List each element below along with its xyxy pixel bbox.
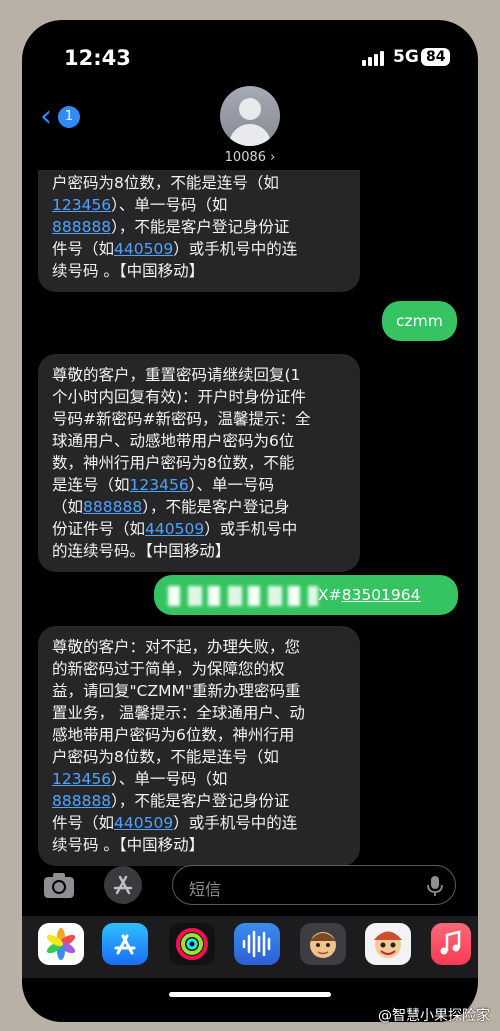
watermark: @智慧小果探险家 — [378, 1008, 490, 1024]
message-text: czmm — [396, 312, 443, 330]
outgoing-message[interactable]: czmm — [382, 301, 457, 341]
message-line: 续号码 。【中国移动】 — [52, 836, 205, 854]
message-line: 户密码为8位数，不能是连号（如 — [52, 748, 279, 766]
input-placeholder: 短信 — [189, 880, 222, 899]
message-line: 个小时内回复有效)：开户时身份证件 — [52, 388, 307, 406]
message-line: 是连号（如123456）、单一号码 — [52, 476, 274, 494]
message-line: 的新密码过于简单，为保障您的权 — [52, 660, 285, 678]
message-line: 户密码为8位数，不能是连号（如 — [52, 174, 279, 192]
incoming-message[interactable]: 尊敬的客户：对不起，办理失败，您 的新密码过于简单，为保障您的权 益，请回复"C… — [38, 626, 360, 866]
message-text: X# — [318, 586, 342, 604]
message-line: 益，请回复"CZMM"重新办理密码重 — [52, 682, 301, 700]
message-line: 件号（如440509）或手机号中的连 — [52, 814, 298, 832]
number-link[interactable]: 123456 — [130, 476, 189, 494]
number-link[interactable]: 888888 — [52, 218, 111, 236]
message-line: 续号码 。【中国移动】 — [52, 262, 205, 280]
redacted-content — [168, 585, 318, 606]
number-link[interactable]: 83501964 — [342, 586, 421, 604]
phone-screen: 12:43 5G 84 ‹ 1 10086 › 户密码为8位数，不能是连号（如 … — [22, 20, 478, 1022]
message-line: 123456）、单一号码（如 — [52, 770, 228, 788]
memoji-app-icon[interactable] — [300, 923, 346, 965]
avatar-head — [239, 98, 261, 120]
message-line: 感地带用户密码为6位数，神州行用 — [52, 726, 295, 744]
message-line: 888888），不能是客户登记身份证 — [52, 218, 290, 236]
app-store-icon — [113, 875, 133, 895]
cellular-signal-icon — [362, 50, 386, 66]
message-line: 号码#新密码#新密码，温馨提示：全 — [52, 410, 311, 428]
app-store-button[interactable] — [104, 866, 142, 904]
camera-icon[interactable] — [42, 870, 76, 900]
incoming-message[interactable]: 户密码为8位数，不能是连号（如 123456）、单一号码（如 888888），不… — [38, 170, 360, 292]
message-line: 尊敬的客户，重置密码请继续回复(1 — [52, 366, 301, 384]
status-time: 12:43 — [64, 46, 131, 70]
unread-badge: 1 — [58, 106, 80, 128]
number-link[interactable]: 440509 — [114, 814, 173, 832]
message-line: 的连续号码。【中国移动】 — [52, 542, 231, 560]
message-line: 球通用户、动感地带用户密码为6位 — [52, 432, 295, 450]
photos-app-icon[interactable] — [38, 923, 84, 965]
contact-avatar[interactable] — [220, 86, 280, 146]
memoji-stickers-icon[interactable] — [365, 923, 411, 965]
number-link[interactable]: 440509 — [145, 520, 204, 538]
number-link[interactable]: 123456 — [52, 196, 111, 214]
number-link[interactable]: 123456 — [52, 770, 111, 788]
microphone-icon[interactable] — [427, 875, 443, 897]
back-button[interactable]: ‹ 1 — [40, 102, 90, 132]
app-store-icon[interactable] — [102, 923, 148, 965]
status-bar: 12:43 5G 84 — [22, 20, 478, 90]
message-line: 置业务， 温馨提示：全球通用户、动 — [52, 704, 305, 722]
contact-name[interactable]: 10086 › — [22, 150, 478, 165]
message-line: （如888888），不能是客户登记身 — [52, 498, 290, 516]
message-input[interactable]: 短信 — [172, 865, 456, 905]
chevron-left-icon: ‹ — [40, 99, 52, 134]
compose-bar: 短信 — [22, 860, 478, 910]
number-link[interactable]: 888888 — [83, 498, 142, 516]
avatar-body — [229, 124, 271, 146]
battery-icon: 84 — [421, 48, 451, 66]
home-indicator[interactable] — [169, 992, 331, 997]
number-link[interactable]: 888888 — [52, 792, 111, 810]
music-app-icon[interactable] — [431, 923, 471, 965]
fitness-activity-icon[interactable] — [169, 923, 215, 965]
app-drawer — [22, 916, 478, 978]
outgoing-message[interactable]: X#83501964 — [154, 575, 458, 615]
message-line: 件号（如440509）或手机号中的连 — [52, 240, 298, 258]
audio-app-icon[interactable] — [234, 923, 280, 965]
message-line: 123456）、单一号码（如 — [52, 196, 228, 214]
message-line: 数，神州行用户密码为8位数，不能 — [52, 454, 295, 472]
network-type: 5G — [393, 47, 419, 67]
number-link[interactable]: 440509 — [114, 240, 173, 258]
message-line: 份证件号（如440509）或手机号中 — [52, 520, 298, 538]
message-line: 尊敬的客户：对不起，办理失败，您 — [52, 638, 301, 656]
incoming-message[interactable]: 尊敬的客户，重置密码请继续回复(1 个小时内回复有效)：开户时身份证件 号码#新… — [38, 354, 360, 572]
message-line: 888888），不能是客户登记身份证 — [52, 792, 290, 810]
